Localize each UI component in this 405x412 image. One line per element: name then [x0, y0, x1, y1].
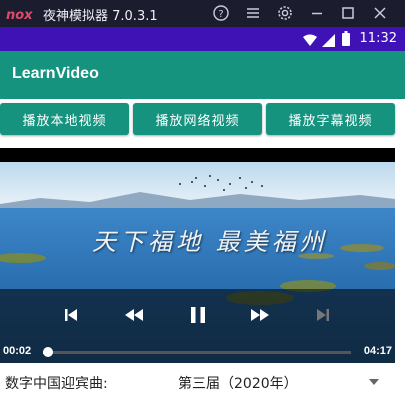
song-selector-row: 数字中国迎宾曲: 第三届（2020年） [0, 363, 405, 412]
current-time: 00:02 [3, 345, 32, 357]
play-local-video-button[interactable]: 播放本地视频 [0, 103, 129, 135]
play-subtitle-video-button[interactable]: 播放字幕视频 [266, 103, 395, 135]
total-time: 04:17 [363, 345, 392, 357]
skip-previous-icon[interactable] [57, 301, 85, 329]
video-caption-overlay: 天下福地 最美福州 [92, 228, 328, 256]
android-status-bar: 11:32 [0, 27, 405, 51]
status-time: 11:32 [359, 31, 397, 46]
svg-text:?: ? [218, 9, 223, 20]
app-bar: LearnVideo [0, 51, 405, 99]
video-player[interactable]: 天下福地 最美福州 00:02 04:17 [0, 148, 395, 363]
letterbox-top [0, 148, 395, 162]
spacer [0, 139, 405, 148]
wifi-icon [303, 32, 317, 51]
emulator-title: 夜神模拟器 7.0.3.1 [43, 9, 158, 24]
app-title: LearnVideo [12, 65, 99, 82]
fast-forward-icon[interactable] [246, 301, 274, 329]
dropdown-arrow-icon[interactable] [369, 379, 379, 385]
rewind-icon[interactable] [120, 301, 148, 329]
maximize-icon[interactable] [339, 4, 357, 22]
side-strip [395, 148, 405, 363]
help-icon[interactable]: ? [212, 4, 230, 22]
button-row: 播放本地视频 播放网络视频 播放字幕视频 [0, 99, 405, 139]
close-icon[interactable] [371, 4, 389, 22]
svg-text:nox: nox [6, 8, 33, 21]
battery-icon [342, 31, 350, 50]
seek-bar[interactable] [43, 351, 351, 354]
skip-next-icon[interactable] [309, 301, 337, 329]
nox-logo: nox [6, 6, 36, 23]
play-network-video-button[interactable]: 播放网络视频 [133, 103, 262, 135]
signal-icon [322, 32, 335, 51]
song-selector-value[interactable]: 第三届（2020年） [178, 373, 298, 393]
menu-icon[interactable] [244, 4, 262, 22]
minimize-icon[interactable] [308, 4, 326, 22]
pause-icon[interactable] [184, 301, 212, 329]
emulator-title-bar: nox 夜神模拟器 7.0.3.1 ? [0, 0, 405, 27]
settings-icon[interactable] [276, 4, 294, 22]
song-selector-label: 数字中国迎宾曲: [5, 376, 108, 392]
